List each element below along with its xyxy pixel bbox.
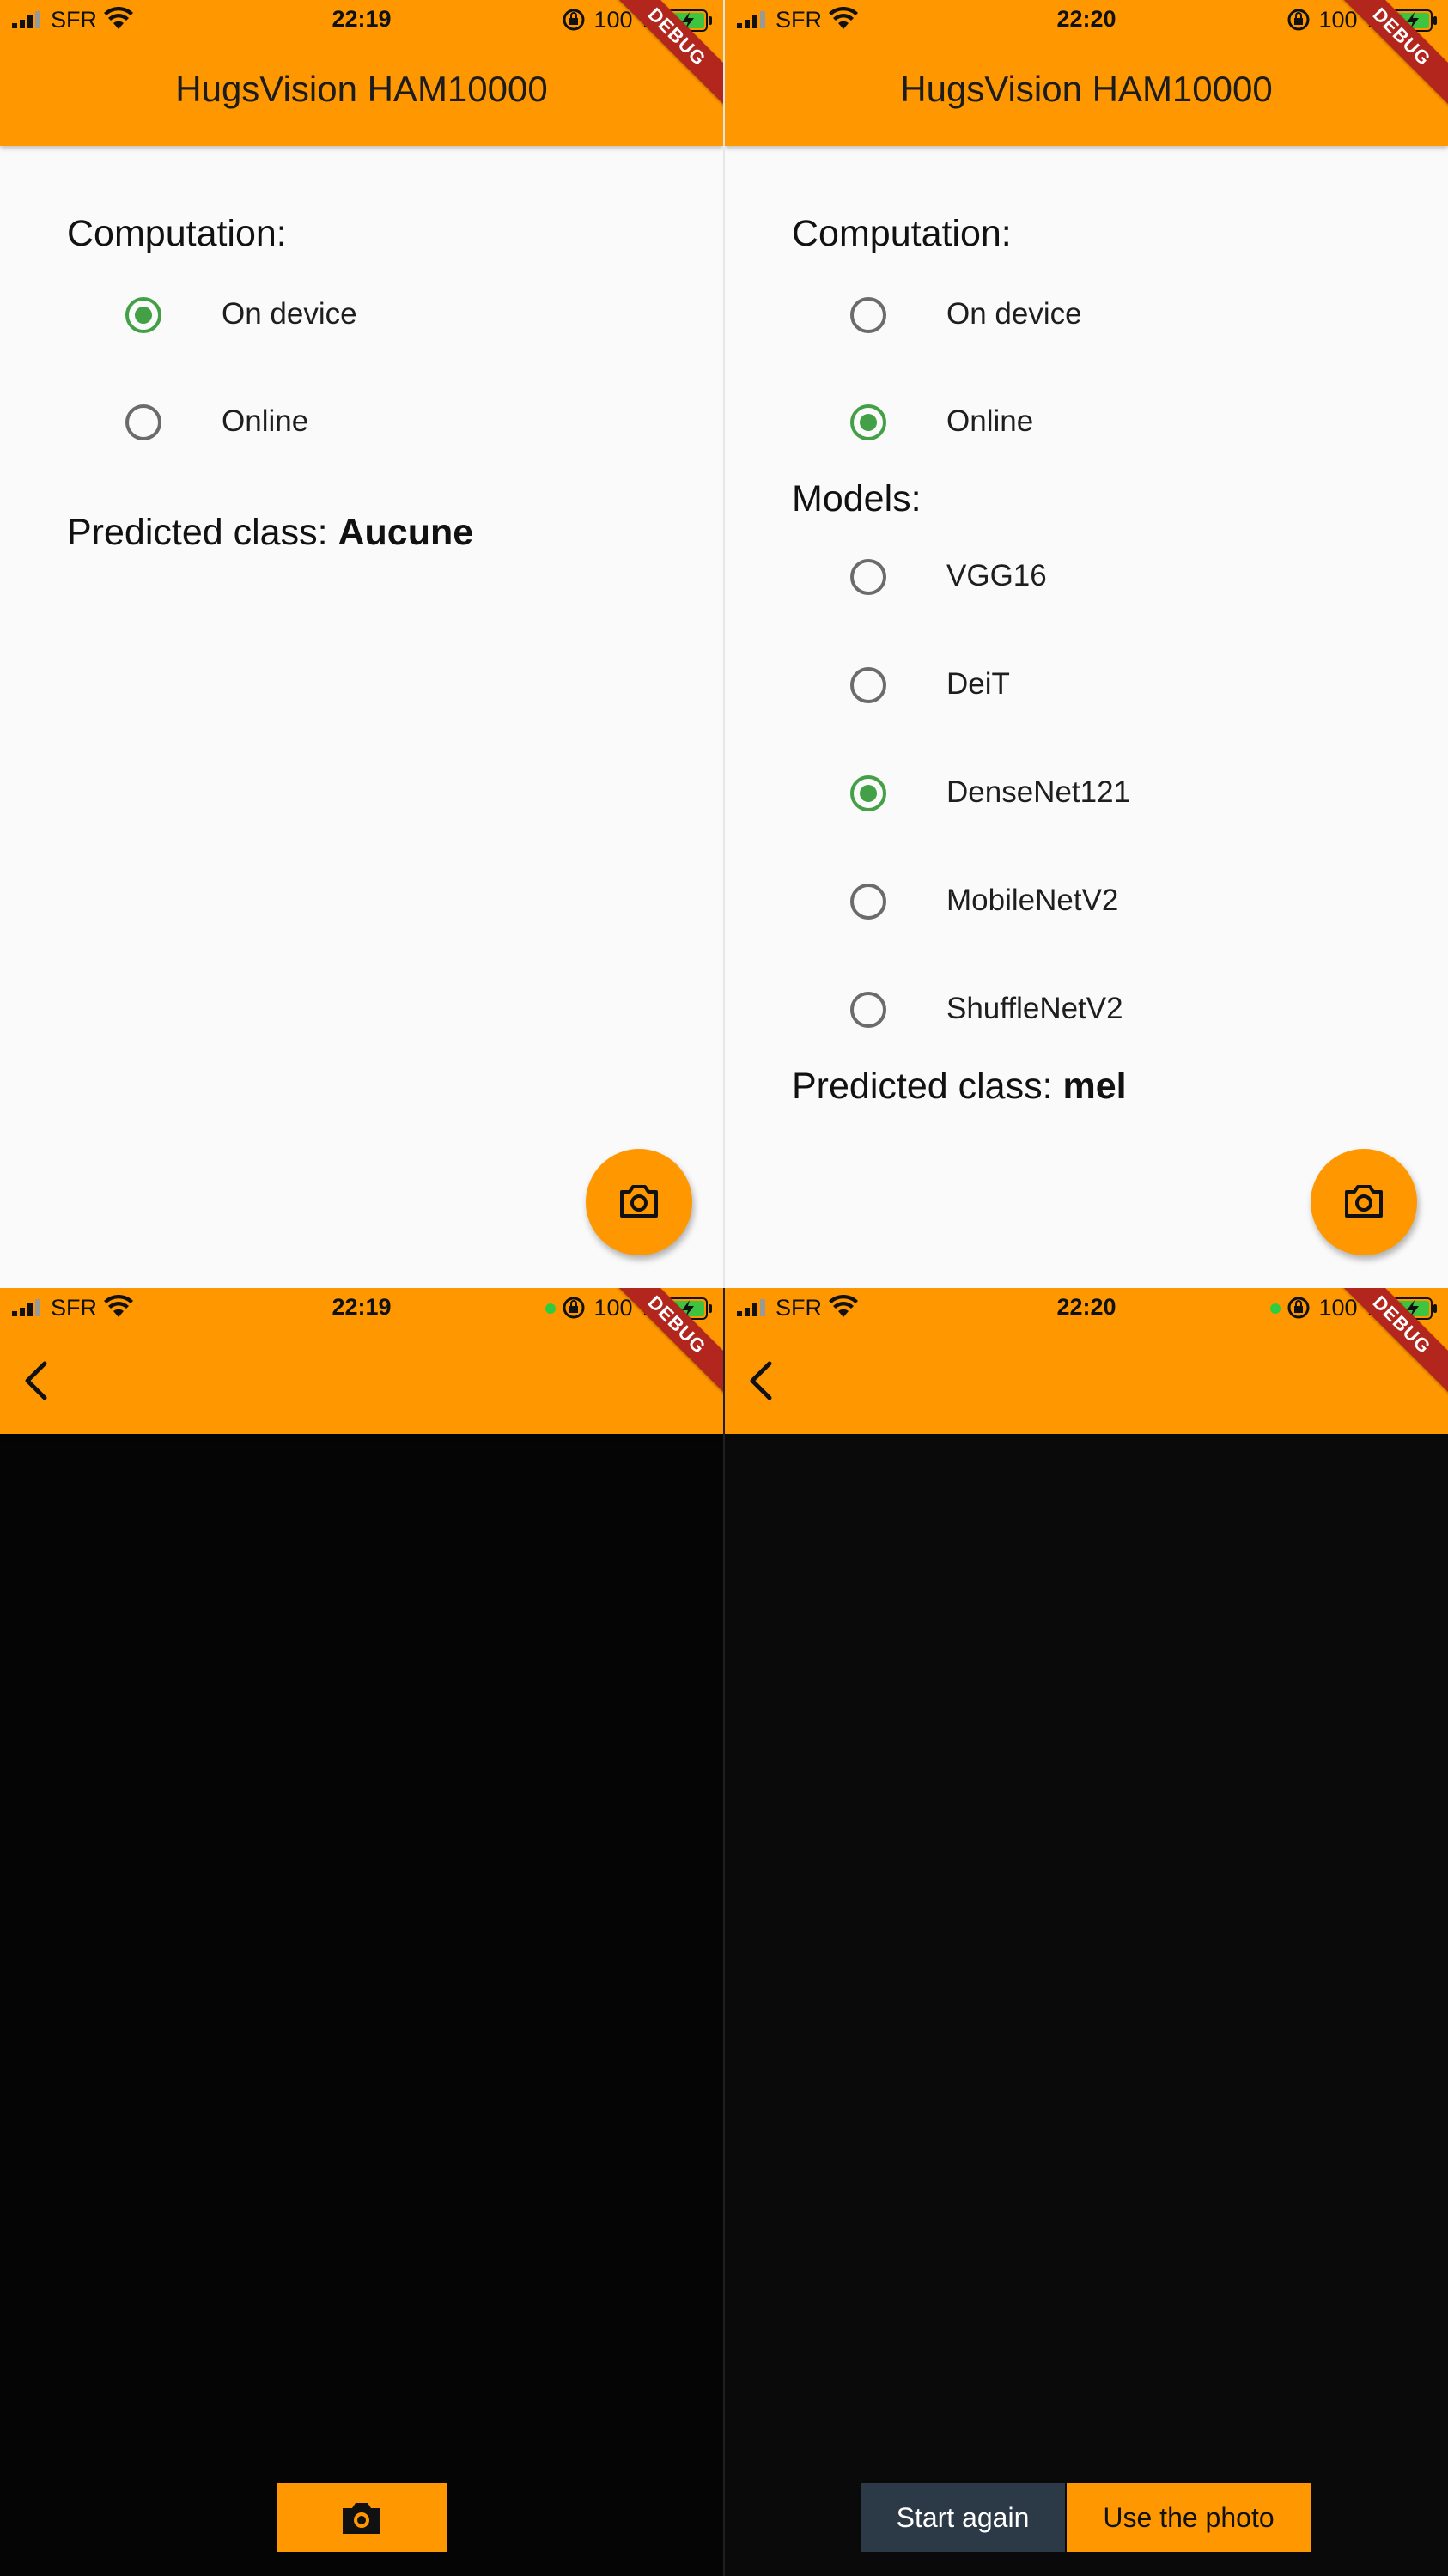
screen-home-online: SFR 22:20 100 % HugsVision HAM10000 DEBU…: [725, 0, 1448, 1288]
predicted-class-value: mel: [1062, 1066, 1127, 1107]
take-photo-button[interactable]: [277, 2483, 447, 2552]
app-title: HugsVision HAM10000: [175, 69, 548, 109]
app-bar: [725, 1327, 1448, 1434]
orientation-lock-icon: [1287, 9, 1310, 31]
start-again-button[interactable]: Start again: [861, 2483, 1065, 2552]
orientation-lock-icon: [563, 9, 585, 31]
back-arrow-icon[interactable]: [744, 1357, 778, 1405]
camera-icon: [620, 1185, 658, 1218]
status-bar: SFR 22:20 100 %: [725, 1288, 1448, 1327]
screen-camera-capture: SFR 22:19 100 % DEBUG: [0, 1288, 723, 2576]
status-bar: SFR 22:19 100 %: [0, 0, 723, 39]
radio-model-shufflenetv2[interactable]: [850, 992, 886, 1028]
radio-on-device[interactable]: [850, 297, 886, 333]
app-bar: HugsVision HAM10000: [0, 39, 723, 146]
camera-fab-button[interactable]: [586, 1149, 692, 1255]
status-bar: SFR 22:19 100 %: [0, 1288, 723, 1327]
models-label: Models:: [792, 478, 922, 519]
app-bar: HugsVision HAM10000: [725, 39, 1448, 146]
camera-fab-button[interactable]: [1311, 1149, 1417, 1255]
radio-model-densenet121[interactable]: [850, 775, 886, 811]
option-label-on-device[interactable]: On device: [946, 297, 1082, 331]
option-label-online[interactable]: Online: [222, 404, 308, 439]
radio-online[interactable]: [850, 404, 886, 440]
radio-model-mobilenetv2[interactable]: [850, 884, 886, 920]
back-arrow-icon[interactable]: [19, 1357, 53, 1405]
predicted-class: Predicted class: Aucune: [67, 512, 473, 554]
computation-label: Computation:: [792, 213, 1012, 254]
radio-on-device[interactable]: [125, 297, 161, 333]
screen-photo-confirm: SFR 22:20 100 % DEBUG: [725, 1288, 1448, 2576]
option-label-vgg16[interactable]: VGG16: [946, 559, 1047, 593]
option-label-shufflenetv2[interactable]: ShuffleNetV2: [946, 992, 1123, 1026]
predicted-class: Predicted class: mel: [792, 1066, 1127, 1108]
use-photo-button[interactable]: Use the photo: [1067, 2483, 1311, 2552]
orientation-lock-icon: [563, 1297, 585, 1319]
option-label-online[interactable]: Online: [946, 404, 1033, 439]
camera-icon: [1345, 1185, 1383, 1218]
status-bar: SFR 22:20 100 %: [725, 0, 1448, 39]
camera-in-use-indicator: [545, 1303, 556, 1314]
camera-in-use-indicator: [1270, 1303, 1281, 1314]
computation-label: Computation:: [67, 213, 287, 254]
radio-online[interactable]: [125, 404, 161, 440]
option-label-mobilenetv2[interactable]: MobileNetV2: [946, 884, 1118, 918]
app-title: HugsVision HAM10000: [900, 69, 1273, 109]
option-label-densenet121[interactable]: DenseNet121: [946, 775, 1130, 810]
option-label-deit[interactable]: DeiT: [946, 667, 1010, 702]
predicted-class-label: Predicted class:: [792, 1066, 1053, 1107]
option-label-on-device[interactable]: On device: [222, 297, 357, 331]
orientation-lock-icon: [1287, 1297, 1310, 1319]
predicted-class-value: Aucune: [338, 512, 474, 553]
radio-model-deit[interactable]: [850, 667, 886, 703]
app-bar: [0, 1327, 723, 1434]
screen-home-on-device: SFR 22:19 100 % HugsVision HAM10000 DEBU…: [0, 0, 723, 1288]
camera-icon: [343, 2503, 380, 2534]
predicted-class-label: Predicted class:: [67, 512, 328, 553]
radio-model-vgg16[interactable]: [850, 559, 886, 595]
panel-divider: [723, 1288, 725, 2576]
